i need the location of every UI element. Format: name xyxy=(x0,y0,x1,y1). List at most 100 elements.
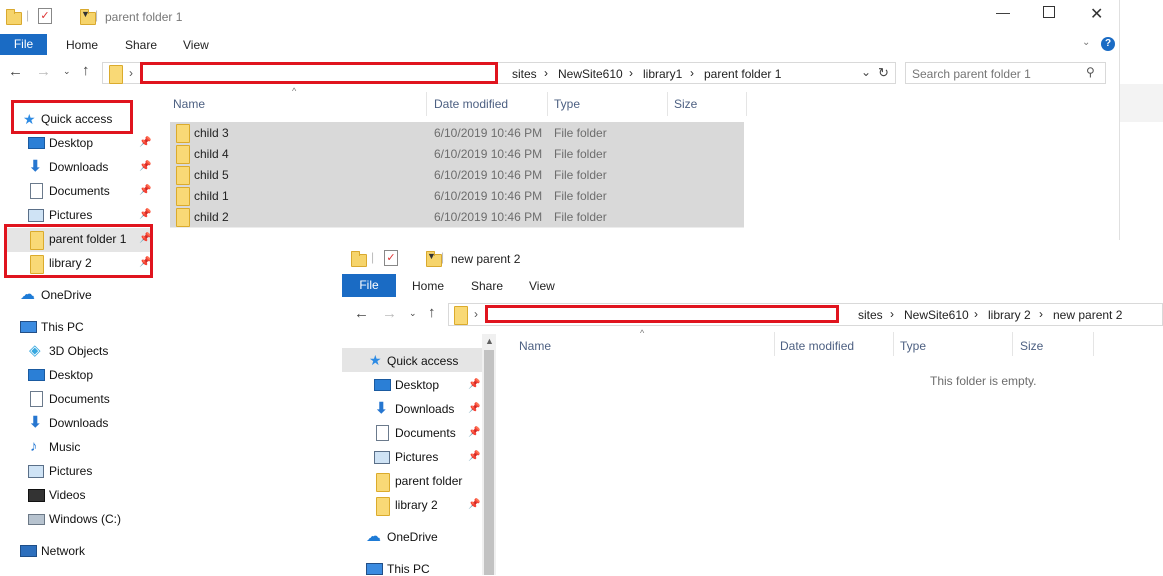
chevron-right-icon: › xyxy=(690,66,694,80)
nav-pc-downloads[interactable]: Downloads xyxy=(49,416,108,430)
nav-pc-documents[interactable]: Documents xyxy=(49,392,110,406)
maximize-button[interactable] xyxy=(1043,6,1055,18)
column-size[interactable]: Size xyxy=(674,97,697,111)
minimize-button[interactable]: — xyxy=(996,4,1010,20)
refresh-icon[interactable]: ↻ xyxy=(878,65,889,81)
file-tab[interactable]: File xyxy=(342,274,396,297)
up-arrow-icon[interactable]: ↑ xyxy=(428,304,436,321)
column-divider[interactable] xyxy=(667,92,668,116)
tab-home[interactable]: Home xyxy=(66,38,98,52)
nav-windows-c[interactable]: Windows (C:) xyxy=(49,512,121,526)
column-type[interactable]: Type xyxy=(554,97,580,111)
quick-access-dropdown-icon[interactable]: ▼ xyxy=(427,251,436,261)
nav-pictures[interactable]: Pictures xyxy=(49,208,92,222)
breadcrumb-current[interactable]: parent folder 1 xyxy=(704,67,781,81)
column-date[interactable]: Date modified xyxy=(780,339,854,353)
nav-scrollbar[interactable]: ▲ xyxy=(482,334,496,575)
window-title: new parent 2 xyxy=(451,252,521,266)
scroll-up-icon[interactable]: ▲ xyxy=(485,336,494,346)
tab-share[interactable]: Share xyxy=(471,279,503,293)
pin-icon[interactable]: 📌 xyxy=(139,209,151,220)
nav-parent-folder[interactable]: parent folder xyxy=(395,474,462,488)
nav-pictures[interactable]: Pictures xyxy=(395,450,438,464)
nav-downloads[interactable]: Downloads xyxy=(395,402,454,416)
table-row[interactable]: child 5 6/10/2019 10:46 PM File folder xyxy=(170,164,744,186)
breadcrumb-sites[interactable]: sites xyxy=(512,67,537,81)
column-divider[interactable] xyxy=(774,332,775,356)
tab-share[interactable]: Share xyxy=(125,38,157,52)
nav-music[interactable]: Music xyxy=(49,440,80,454)
pin-icon[interactable]: 📌 xyxy=(468,427,480,438)
column-divider[interactable] xyxy=(1093,332,1094,356)
properties-icon[interactable]: ✓ xyxy=(38,8,52,24)
ribbon-expand-icon[interactable]: ⌄ xyxy=(1082,37,1090,48)
breadcrumb-newsite[interactable]: NewSite610 xyxy=(904,308,969,322)
column-divider[interactable] xyxy=(547,92,548,116)
breadcrumb-library[interactable]: library1 xyxy=(643,67,682,81)
nav-network[interactable]: Network xyxy=(41,544,85,558)
separator: | xyxy=(441,250,445,264)
help-icon[interactable]: ? xyxy=(1101,37,1115,51)
pin-icon[interactable]: 📌 xyxy=(468,499,480,510)
pin-icon[interactable]: 📌 xyxy=(468,403,480,414)
nav-onedrive[interactable]: OneDrive xyxy=(41,288,92,302)
column-divider[interactable] xyxy=(426,92,427,116)
breadcrumb-newsite[interactable]: NewSite610 xyxy=(558,67,623,81)
column-size[interactable]: Size xyxy=(1020,339,1043,353)
quick-access-dropdown-icon[interactable]: ▼ xyxy=(81,9,90,19)
table-row[interactable]: child 1 6/10/2019 10:46 PM File folder xyxy=(170,185,744,207)
search-input[interactable] xyxy=(910,65,1084,83)
recent-dropdown-icon[interactable]: ⌄ xyxy=(63,66,71,77)
tab-view[interactable]: View xyxy=(529,279,555,293)
column-divider[interactable] xyxy=(893,332,894,356)
nav-this-pc[interactable]: This PC xyxy=(387,562,430,576)
column-name[interactable]: Name xyxy=(519,339,551,353)
table-row[interactable]: child 3 6/10/2019 10:46 PM File folder xyxy=(170,122,744,144)
pin-icon[interactable]: 📌 xyxy=(468,379,480,390)
nav-documents[interactable]: Documents xyxy=(395,426,456,440)
nav-desktop[interactable]: Desktop xyxy=(49,136,93,150)
nav-downloads[interactable]: Downloads xyxy=(49,160,108,174)
column-date[interactable]: Date modified xyxy=(434,97,508,111)
folder-icon xyxy=(376,473,390,492)
nav-this-pc[interactable]: This PC xyxy=(41,320,84,334)
table-row[interactable]: child 2 6/10/2019 10:46 PM File folder xyxy=(170,206,744,228)
nav-3d-objects[interactable]: 3D Objects xyxy=(49,344,108,358)
nav-library-2[interactable]: library 2 xyxy=(395,498,438,512)
table-row[interactable]: child 4 6/10/2019 10:46 PM File folder xyxy=(170,143,744,165)
recent-dropdown-icon[interactable]: ⌄ xyxy=(409,308,417,319)
nav-quick-access[interactable]: Quick access xyxy=(387,354,458,368)
column-name[interactable]: Name xyxy=(173,97,205,111)
column-divider[interactable] xyxy=(746,92,747,116)
forward-arrow-icon[interactable]: → xyxy=(36,63,51,80)
breadcrumb-library[interactable]: library 2 xyxy=(988,308,1031,322)
column-divider[interactable] xyxy=(1012,332,1013,356)
row-type: File folder xyxy=(554,126,607,140)
drive-icon xyxy=(28,514,45,525)
tab-view[interactable]: View xyxy=(183,38,209,52)
pin-icon[interactable]: 📌 xyxy=(139,185,151,196)
address-dropdown-icon[interactable]: ⌄ xyxy=(861,65,871,79)
nav-documents[interactable]: Documents xyxy=(49,184,110,198)
properties-icon[interactable]: ✓ xyxy=(384,250,398,266)
pin-icon[interactable]: 📌 xyxy=(139,161,151,172)
column-type[interactable]: Type xyxy=(900,339,926,353)
close-button[interactable]: ✕ xyxy=(1090,4,1103,24)
forward-arrow-icon[interactable]: → xyxy=(382,305,397,322)
nav-videos[interactable]: Videos xyxy=(49,488,85,502)
up-arrow-icon[interactable]: ↑ xyxy=(82,62,90,79)
scrollbar-thumb[interactable] xyxy=(484,350,494,575)
nav-pc-desktop[interactable]: Desktop xyxy=(49,368,93,382)
back-arrow-icon[interactable]: ← xyxy=(354,305,369,322)
nav-onedrive[interactable]: OneDrive xyxy=(387,530,438,544)
search-box[interactable]: ⚲ xyxy=(905,62,1106,84)
back-arrow-icon[interactable]: ← xyxy=(8,63,23,80)
pin-icon[interactable]: 📌 xyxy=(468,451,480,462)
nav-desktop[interactable]: Desktop xyxy=(395,378,439,392)
nav-pc-pictures[interactable]: Pictures xyxy=(49,464,92,478)
breadcrumb-sites[interactable]: sites xyxy=(858,308,883,322)
pin-icon[interactable]: 📌 xyxy=(139,137,151,148)
tab-home[interactable]: Home xyxy=(412,279,444,293)
file-tab[interactable]: File xyxy=(0,34,47,55)
breadcrumb-current[interactable]: new parent 2 xyxy=(1053,308,1122,322)
